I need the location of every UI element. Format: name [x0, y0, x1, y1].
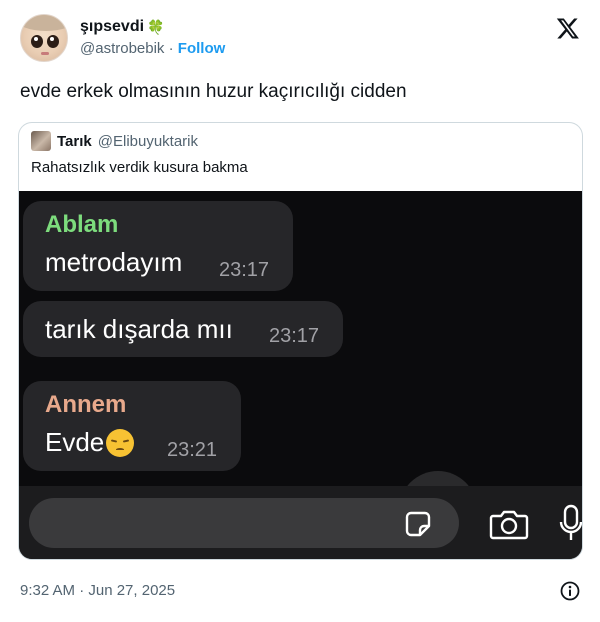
- tweet-header: şıpsevdi 🍀 @astrobebik · Follow: [20, 14, 580, 66]
- microphone-icon[interactable]: [559, 504, 583, 544]
- author-name-text[interactable]: şıpsevdi: [80, 17, 144, 37]
- chat-message-input[interactable]: [29, 498, 459, 548]
- chat-bubble: Annem Evde 23:21: [23, 381, 241, 471]
- tweet-timestamp[interactable]: 9:32 AM · Jun 27, 2025: [20, 582, 175, 599]
- chat-screenshot[interactable]: Ablam metrodayım 23:17 tarık dışarda mıı…: [19, 191, 583, 559]
- chat-bubble: tarık dışarda mıı 23:17: [23, 301, 343, 357]
- quoted-tweet-header: Tarık @Elibuyuktarik: [31, 131, 198, 151]
- x-logo-icon[interactable]: [556, 16, 580, 40]
- chat-message: Evde: [45, 427, 135, 458]
- pensive-face-icon: [106, 428, 135, 457]
- avatar-eye: [47, 35, 59, 48]
- chat-time: 23:17: [269, 325, 320, 347]
- quoted-author-avatar[interactable]: [31, 131, 51, 151]
- chat-message-text: tarık dışarda mıı: [45, 314, 233, 344]
- author-avatar[interactable]: [20, 14, 68, 62]
- tweet-text: evde erkek olmasının huzur kaçırıcılığı …: [20, 81, 407, 102]
- four-leaf-clover-icon: 🍀: [147, 19, 165, 35]
- author-handle[interactable]: @astrobebik: [80, 40, 164, 57]
- quoted-tweet-text: Rahatsızlık verdik kusura bakma: [31, 159, 248, 176]
- chat-sender: Ablam: [45, 211, 119, 238]
- follow-button[interactable]: Follow: [178, 40, 226, 57]
- sticker-icon[interactable]: [404, 510, 432, 538]
- author-display-name[interactable]: şıpsevdi 🍀: [80, 17, 225, 37]
- author-info: şıpsevdi 🍀 @astrobebik · Follow: [80, 17, 225, 60]
- chat-input-bar: [19, 486, 583, 559]
- chat-message-text: Evde: [45, 427, 105, 457]
- chat-time: 23:21: [167, 439, 218, 461]
- avatar-mouth: [41, 52, 49, 55]
- quoted-author-handle[interactable]: @Elibuyuktarik: [98, 133, 198, 150]
- quoted-author-name[interactable]: Tarık: [57, 133, 92, 150]
- quoted-tweet[interactable]: Tarık @Elibuyuktarik Rahatsızlık verdik …: [18, 122, 583, 560]
- author-handle-row: @astrobebik · Follow: [80, 38, 225, 60]
- chat-bubble: Ablam metrodayım 23:17: [23, 201, 293, 291]
- chat-message-text: metrodayım: [45, 247, 183, 277]
- separator-dot: ·: [168, 40, 174, 57]
- info-icon[interactable]: [560, 581, 580, 601]
- camera-icon[interactable]: [489, 508, 529, 540]
- avatar-hair: [21, 15, 67, 31]
- chat-time: 23:17: [219, 259, 270, 281]
- avatar-eye: [31, 35, 43, 48]
- chat-sender: Annem: [45, 391, 127, 418]
